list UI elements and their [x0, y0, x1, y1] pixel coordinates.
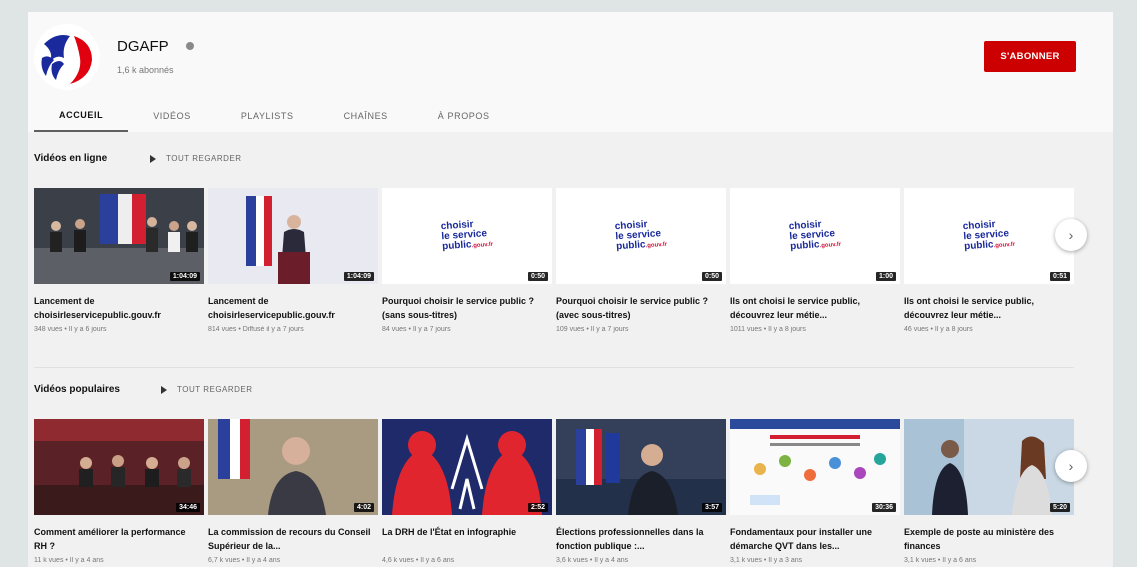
- video-title[interactable]: Lancement de choisirleservicepublic.gouv…: [34, 294, 204, 322]
- subscriber-count: 1,6 k abonnés: [117, 65, 174, 75]
- video-title[interactable]: Pourquoi choisir le service public ? (sa…: [382, 294, 552, 322]
- video-duration: 2:52: [527, 503, 548, 512]
- video-thumbnail[interactable]: 5:20: [904, 419, 1074, 515]
- video-duration: 0:50: [527, 272, 548, 281]
- section-divider: [34, 367, 1074, 368]
- video-meta: 6,7 k vues • Il y a 4 ans: [208, 557, 281, 564]
- video-title[interactable]: Ils ont choisi le service public, découv…: [904, 294, 1074, 322]
- video-meta: 814 vues • Diffusé il y a 7 jours: [208, 326, 304, 333]
- infographic-image: [382, 419, 552, 515]
- video-duration: 5:20: [1049, 503, 1070, 512]
- video-meta: 348 vues • Il y a 6 jours: [34, 326, 107, 333]
- channel-tabs: ACCUEIL VIDÉOS PLAYLISTS CHAÎNES À PROPO…: [34, 100, 515, 132]
- interview-image: [208, 419, 378, 515]
- video-title[interactable]: Fondamentaux pour installer une démarche…: [730, 525, 900, 553]
- video-meta: 46 vues • Il y a 8 jours: [904, 326, 973, 333]
- shelf-en-ligne: 1:04:09 Lancement de choisirleservicepub…: [34, 188, 1074, 333]
- channel-page: DGAFP 1,6 k abonnés S'ABONNER ACCUEIL VI…: [28, 12, 1113, 567]
- video-title[interactable]: La DRH de l'État en infographie: [382, 525, 552, 553]
- shelf-next-button[interactable]: ›: [1055, 219, 1087, 251]
- thumbnail-logo-text: choisir le service public.gouv.fr: [788, 219, 842, 253]
- channel-name: DGAFP: [117, 38, 169, 55]
- panel-discussion-image: [34, 419, 204, 515]
- shelf-next-button[interactable]: ›: [1055, 450, 1087, 482]
- video-meta: 84 vues • Il y a 7 jours: [382, 326, 451, 333]
- video-title[interactable]: Ils ont choisi le service public, découv…: [730, 294, 900, 322]
- section-title-en-ligne[interactable]: Vidéos en ligne: [34, 153, 107, 164]
- video-card[interactable]: 5:20 Exemple de poste au ministère des f…: [904, 419, 1074, 564]
- video-title[interactable]: Élections professionnelles dans la fonct…: [556, 525, 726, 553]
- video-thumbnail[interactable]: choisir le service public.gouv.fr 0:50: [556, 188, 726, 284]
- play-icon: [150, 154, 156, 163]
- video-duration: 4:02: [353, 503, 374, 512]
- video-card[interactable]: choisir le service public.gouv.fr 0:50 Pou…: [556, 188, 726, 333]
- video-duration: 30:36: [872, 503, 896, 512]
- video-card[interactable]: 2:52 La DRH de l'État en infographie 4,6…: [382, 419, 552, 564]
- video-duration: 34:46: [176, 503, 200, 512]
- video-card[interactable]: 1:04:09 Lancement de choisirleservicepub…: [208, 188, 378, 333]
- video-thumbnail[interactable]: 4:02: [208, 419, 378, 515]
- video-thumbnail[interactable]: 1:04:09: [34, 188, 204, 284]
- thumbnail-logo-text: choisir le service public.gouv.fr: [614, 219, 668, 253]
- video-card[interactable]: 1:04:09 Lancement de choisirleservicepub…: [34, 188, 204, 333]
- tab-playlists[interactable]: PLAYLISTS: [216, 100, 319, 132]
- video-card[interactable]: 30:36 Fondamentaux pour installer une dé…: [730, 419, 900, 564]
- video-meta: 109 vues • Il y a 7 jours: [556, 326, 629, 333]
- video-meta: 3,1 k vues • Il y a 6 ans: [904, 557, 977, 564]
- section-title-populaires[interactable]: Vidéos populaires: [34, 384, 120, 395]
- office-scene-image: [904, 419, 1074, 515]
- tab-accueil[interactable]: ACCUEIL: [34, 100, 129, 132]
- video-card[interactable]: 4:02 La commission de recours du Conseil…: [208, 419, 378, 564]
- video-thumbnail[interactable]: choisir le service public.gouv.fr 0:50: [382, 188, 552, 284]
- video-duration: 0:51: [1049, 272, 1070, 281]
- tab-videos[interactable]: VIDÉOS: [128, 100, 216, 132]
- video-card[interactable]: choisir le service public.gouv.fr 0:51 Ils…: [904, 188, 1074, 333]
- play-all-en-ligne[interactable]: TOUT REGARDER: [150, 154, 242, 163]
- video-meta: 3,6 k vues • Il y a 4 ans: [556, 557, 629, 564]
- video-thumbnail[interactable]: 3:57: [556, 419, 726, 515]
- marianne-logo-icon: [41, 35, 92, 84]
- chevron-right-icon: ›: [1068, 227, 1074, 243]
- thumbnail-logo-text: choisir le service public.gouv.fr: [440, 219, 494, 253]
- presentation-slide-image: [730, 419, 900, 515]
- subscribe-button[interactable]: S'ABONNER: [984, 41, 1076, 72]
- video-thumbnail[interactable]: choisir le service public.gouv.fr 0:51: [904, 188, 1074, 284]
- video-duration: 1:04:09: [343, 272, 374, 281]
- conference-stage-image: [34, 188, 204, 284]
- channel-header: DGAFP 1,6 k abonnés S'ABONNER ACCUEIL VI…: [28, 12, 1113, 132]
- tab-a-propos[interactable]: À PROPOS: [413, 100, 515, 132]
- video-thumbnail[interactable]: 1:04:09: [208, 188, 378, 284]
- video-meta: 3,1 k vues • Il y a 3 ans: [730, 557, 803, 564]
- video-meta: 4,6 k vues • Il y a 6 ans: [382, 557, 455, 564]
- video-meta: 11 k vues • Il y a 4 ans: [34, 557, 104, 564]
- video-thumbnail[interactable]: choisir le service public.gouv.fr 1:00: [730, 188, 900, 284]
- video-duration: 1:00: [875, 272, 896, 281]
- video-card[interactable]: 34:46 Comment améliorer la performance R…: [34, 419, 204, 564]
- video-thumbnail[interactable]: 30:36: [730, 419, 900, 515]
- video-duration: 1:04:09: [169, 272, 200, 281]
- minister-speech-image: [556, 419, 726, 515]
- play-icon: [161, 385, 167, 394]
- channel-avatar[interactable]: [34, 24, 100, 90]
- video-card[interactable]: choisir le service public.gouv.fr 1:00 Ils…: [730, 188, 900, 333]
- video-title[interactable]: Comment améliorer la performance RH ?: [34, 525, 204, 553]
- video-title[interactable]: Lancement de choisirleservicepublic.gouv…: [208, 294, 378, 322]
- video-thumbnail[interactable]: 2:52: [382, 419, 552, 515]
- verified-icon: [186, 42, 194, 50]
- video-card[interactable]: choisir le service public.gouv.fr 0:50 Pou…: [382, 188, 552, 333]
- video-title[interactable]: Exemple de poste au ministère des financ…: [904, 525, 1074, 553]
- video-duration: 3:57: [701, 503, 722, 512]
- video-title[interactable]: Pourquoi choisir le service public ? (av…: [556, 294, 726, 322]
- play-all-populaires[interactable]: TOUT REGARDER: [161, 385, 253, 394]
- tab-chaines[interactable]: CHAÎNES: [319, 100, 413, 132]
- video-title[interactable]: La commission de recours du Conseil Supé…: [208, 525, 378, 553]
- video-duration: 0:50: [701, 272, 722, 281]
- video-thumbnail[interactable]: 34:46: [34, 419, 204, 515]
- shelf-populaires: 34:46 Comment améliorer la performance R…: [34, 419, 1074, 564]
- video-card[interactable]: 3:57 Élections professionnelles dans la …: [556, 419, 726, 564]
- thumbnail-logo-text: choisir le service public.gouv.fr: [962, 219, 1016, 253]
- speaker-podium-image: [208, 188, 378, 284]
- video-meta: 1011 vues • Il y a 8 jours: [730, 326, 806, 333]
- chevron-right-icon: ›: [1068, 458, 1074, 474]
